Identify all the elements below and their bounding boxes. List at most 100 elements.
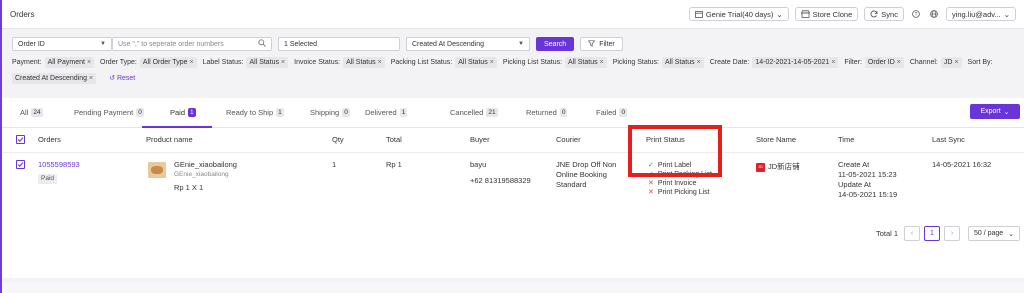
- last-sync-cell: 14-05-2021 16:32: [932, 160, 992, 169]
- tab-ready-to-ship[interactable]: Ready to Ship 1: [226, 108, 284, 117]
- tab-label: Shipping: [310, 108, 340, 117]
- tab-paid[interactable]: Paid 1: [170, 108, 196, 117]
- store-name: JD新店铺: [768, 162, 800, 171]
- filter-tag-text: All Status: [346, 59, 376, 66]
- close-icon[interactable]: ×: [697, 57, 701, 68]
- filter-tag-text: Created At Descending: [15, 75, 87, 82]
- tab-label: All: [20, 108, 29, 117]
- chevron-right-icon: ›: [950, 230, 954, 237]
- page-number-button[interactable]: 1: [924, 226, 940, 241]
- filter-label: Filter: [599, 40, 615, 48]
- filter-tag[interactable]: All Status ×: [246, 57, 289, 68]
- tab-cancelled[interactable]: Cancelled 21: [450, 108, 498, 117]
- tab-delivered[interactable]: Delivered 1: [365, 108, 408, 117]
- store-clone-button[interactable]: Store Clone: [794, 7, 859, 21]
- search-icon[interactable]: [258, 39, 266, 49]
- sync-label: Sync: [881, 9, 898, 19]
- filter-tag[interactable]: All Status ×: [565, 57, 607, 68]
- refresh-icon: [870, 10, 878, 18]
- tab-count: 1: [276, 108, 284, 117]
- courier-cell: JNE Drop Off Non Online Booking Standard: [556, 160, 617, 189]
- user-email: ying.liu@adv...: [951, 9, 1001, 19]
- filter-tag-text: All Status: [665, 59, 695, 66]
- tab-pending-payment[interactable]: Pending Payment 0: [74, 108, 144, 117]
- filter-tag[interactable]: All Order Type ×: [139, 57, 197, 68]
- sync-button[interactable]: Sync: [864, 7, 904, 21]
- help-icon[interactable]: ?: [910, 10, 922, 18]
- close-icon[interactable]: ×: [490, 57, 494, 68]
- filter-tag-text: 14-02-2021-14-05-2021: [755, 59, 830, 66]
- order-search-input[interactable]: Use "," to seperate order numbers: [112, 37, 272, 51]
- close-icon[interactable]: ×: [378, 57, 382, 68]
- filter-tag[interactable]: JD ×: [940, 57, 962, 68]
- product-price-qty: Rp 1 X 1: [174, 183, 204, 192]
- close-icon[interactable]: ×: [954, 57, 958, 68]
- filter-tag[interactable]: All Status ×: [343, 57, 385, 68]
- col-time: Time: [838, 135, 855, 144]
- top-bar-actions: Genie Trial(40 days) ⌄ Store Clone Sync …: [688, 7, 1016, 21]
- filter-tag[interactable]: Order ID ×: [864, 57, 904, 68]
- close-icon[interactable]: ×: [600, 57, 604, 68]
- chevron-left-icon: ‹: [910, 230, 914, 237]
- tab-count: 1: [399, 108, 408, 117]
- created-at: 11-05-2021 15:23: [838, 170, 897, 179]
- globe-icon[interactable]: [928, 10, 940, 18]
- close-icon[interactable]: ×: [281, 57, 285, 68]
- filter-tag[interactable]: All Payment ×: [44, 57, 95, 68]
- buyer-phone: +62 81319588329: [470, 176, 531, 185]
- highlight-annotation-box: [628, 125, 722, 177]
- filter-tag[interactable]: All Status ×: [662, 57, 704, 68]
- col-store: Store Name: [756, 135, 797, 144]
- sort-select[interactable]: Created At Descending ▼: [406, 37, 530, 51]
- filter-tag[interactable]: 14-02-2021-14-05-2021 ×: [752, 57, 839, 68]
- store-cell: JD JD新店铺: [756, 162, 800, 172]
- search-button[interactable]: Search: [536, 37, 575, 51]
- store-clone-label: Store Clone: [812, 9, 853, 19]
- product-sku: GEnie_xiaobailong: [174, 171, 229, 178]
- row-checkbox[interactable]: [16, 160, 25, 169]
- bottom-strip: [2, 283, 1024, 293]
- tab-shipping[interactable]: Shipping 0: [310, 108, 350, 117]
- tab-all[interactable]: All 24: [20, 108, 43, 117]
- close-icon[interactable]: ×: [89, 73, 93, 84]
- jd-store-icon: JD: [756, 162, 765, 172]
- close-icon[interactable]: ×: [190, 57, 194, 68]
- export-button[interactable]: Export ⌄: [970, 104, 1020, 119]
- page-size-value: 50 / page: [974, 230, 1004, 237]
- page-size-select[interactable]: 50 / page ⌄: [968, 226, 1020, 241]
- cross-icon: ✕: [648, 180, 654, 187]
- filter-tag-text: JD: [943, 59, 953, 66]
- filter-icon: [587, 39, 596, 49]
- calendar-icon: [694, 10, 703, 18]
- chevron-down-icon: ⌄: [1003, 9, 1010, 19]
- tab-count: 0: [136, 108, 144, 117]
- selected-count-field[interactable]: 1 Selected: [278, 37, 400, 51]
- search-field-select[interactable]: Order ID ▼: [12, 37, 112, 51]
- filter-tag[interactable]: All Status ×: [455, 57, 497, 68]
- print-status-item[interactable]: ✕ Print Picking List: [648, 188, 712, 197]
- order-cell: 1055598593 Paid: [38, 160, 80, 184]
- filter-label: Label Status:: [202, 59, 244, 66]
- tab-returned[interactable]: Returned 0: [526, 108, 568, 117]
- plan-dropdown[interactable]: Genie Trial(40 days) ⌄: [688, 7, 789, 21]
- next-page-button[interactable]: ›: [944, 226, 960, 241]
- print-status-item[interactable]: ✕ Print Invoice: [648, 179, 712, 188]
- user-menu[interactable]: ying.liu@adv... ⌄: [945, 7, 1016, 21]
- search-field-value: Order ID: [18, 40, 45, 48]
- order-id-link[interactable]: 1055598593: [38, 160, 80, 170]
- tab-failed[interactable]: Failed 0: [596, 108, 628, 117]
- reset-button[interactable]: ↺ Reset: [109, 73, 135, 84]
- filter-label: Payment:: [12, 59, 42, 66]
- filter-tag[interactable]: Created At Descending ×: [12, 73, 97, 84]
- prev-page-button[interactable]: ‹: [904, 226, 920, 241]
- col-last-sync: Last Sync: [932, 135, 965, 144]
- header-divider: [2, 152, 1024, 153]
- select-all-checkbox[interactable]: [16, 135, 25, 144]
- close-icon[interactable]: ×: [87, 57, 91, 68]
- product-thumbnail: [148, 162, 166, 178]
- close-icon[interactable]: ×: [897, 57, 901, 68]
- filter-button[interactable]: Filter: [580, 37, 623, 51]
- tab-label: Pending Payment: [74, 108, 134, 117]
- tab-count: 0: [559, 108, 568, 117]
- close-icon[interactable]: ×: [831, 57, 835, 68]
